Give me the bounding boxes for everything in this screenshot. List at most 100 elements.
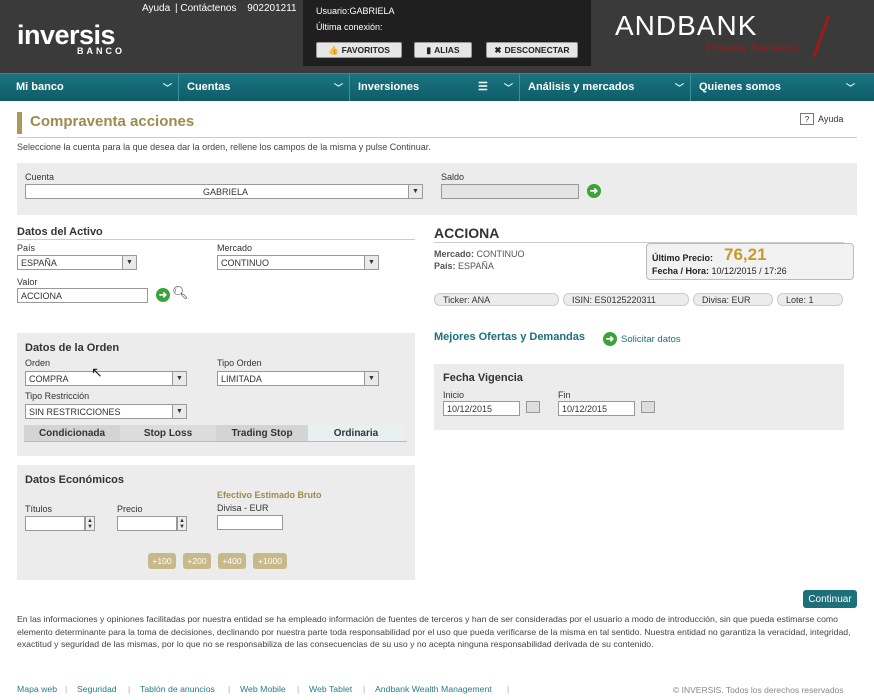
chevron-down-icon: ▼ [172,372,186,385]
footer-link-tablet[interactable]: Web Tablet [309,684,352,694]
titulos-input[interactable] [25,516,85,531]
request-data-link[interactable]: Solicitar datos [621,334,681,345]
chevron-down-icon: ▼ [122,256,136,269]
disconnect-button[interactable]: ✖ DESCONECTAR [486,42,578,58]
chevron-down-icon: ﹀ [845,83,855,93]
footer-link-wealth[interactable]: Andbank Wealth Management [375,684,492,694]
alias-icon: ▮ [426,44,432,55]
footer-link-tablon[interactable]: Tablón de anuncios [140,684,215,694]
close-icon: ✖ [494,44,502,55]
user-name: Usuario:GABRIELA [316,6,395,16]
intro-text: Seleccione la cuenta para la que desea d… [17,142,431,152]
arrow-right-icon[interactable]: ➜ [587,184,601,198]
mercado-label: Mercado [217,243,253,253]
chevron-down-icon: ﹀ [674,83,684,93]
help-button[interactable]: ? Ayuda [800,113,843,125]
user-info: Usuario:GABRIELA Última conexión: [316,3,395,35]
alias-button[interactable]: ▮ ALIAS [414,42,472,58]
calendar-icon[interactable] [641,401,655,413]
restriccion-label: Tipo Restricción [25,391,90,401]
chevron-down-icon: ▼ [364,372,378,385]
add-100-button[interactable]: +100 [148,553,176,569]
asset-heading: Datos del Activo [17,226,103,238]
isin-pill: ISIN: ES0125220311 [563,293,689,306]
chevron-down-icon: ﹀ [503,83,513,93]
cursor-icon: ↖ [91,364,103,380]
tab-trading-stop[interactable]: Trading Stop [216,425,308,441]
top-links: Ayuda | Contáctenos 902201211 [142,3,297,14]
nav-mi-banco[interactable]: Mi banco ﹀ [8,73,179,101]
footer-sep: | [297,684,300,694]
footer-link-mapa[interactable]: Mapa web [17,684,57,694]
copyright: © INVERSIS. Todos los derechos reservado… [673,685,844,695]
chevron-down-icon: ▼ [408,185,422,198]
pais-label: País [17,243,36,253]
fin-label: Fin [558,390,571,400]
saldo-field [441,184,579,199]
price-label: Último Precio: [652,253,714,263]
add-400-button[interactable]: +400 [218,553,246,569]
footer-link-mobile[interactable]: Web Mobile [240,684,286,694]
nav-inversiones[interactable]: Inversiones ☰ ﹀ [350,73,520,101]
validity-heading: Fecha Vigencia [443,372,523,384]
tab-ordinaria[interactable]: Ordinaria [308,425,404,441]
title-accent [17,112,22,134]
tab-condicionada[interactable]: Condicionada [24,425,120,441]
menu-icon: ☰ [478,81,488,93]
cuenta-select[interactable]: GABRIELA ▼ [25,184,423,199]
economic-heading: Datos Económicos [25,474,125,486]
orden-select[interactable]: COMPRA ▼ [25,371,187,386]
nav-quienes-somos[interactable]: Quienes somos ﹀ [691,73,861,101]
tab-stop-loss[interactable]: Stop Loss [120,425,216,441]
footer-sep: | [228,684,231,694]
restriccion-select[interactable]: SIN RESTRICCIONES ▼ [25,404,187,419]
cuenta-label: Cuenta [25,172,55,182]
phone-number: 902201211 [247,3,297,14]
page-title: Compraventa acciones [30,113,195,130]
price-datetime: Fecha / Hora: 10/12/2015 / 17:26 [652,266,787,276]
titulos-stepper[interactable]: ▲ ▼ [85,516,95,531]
chevron-down-icon: ﹀ [333,83,343,93]
arrow-right-icon[interactable]: ➜ [603,332,617,346]
footer-sep: | [128,684,131,694]
andbank-logo: ANDBANK [615,10,758,41]
footer-sep: | [507,684,510,694]
nav-analisis[interactable]: Análisis y mercados ﹀ [520,73,691,101]
mercado-select[interactable]: CONTINUO ▼ [217,255,379,270]
footer-sep: | [65,684,68,694]
valor-input[interactable]: ACCIONA [17,288,148,303]
contact-link[interactable]: Contáctenos [180,3,236,14]
thumb-icon: 👍 [328,44,339,55]
continue-button[interactable]: Continuar [803,590,857,608]
orden-label: Orden [25,358,51,368]
inicio-date-input[interactable]: 10/12/2015 [443,401,520,416]
title-divider [17,137,857,138]
pais-select[interactable]: ESPAÑA ▼ [17,255,137,270]
favoritos-button[interactable]: 👍 FAVORITOS [316,42,402,58]
valor-label: Valor [17,277,38,287]
asset-divider [17,239,415,240]
tipo-orden-select[interactable]: LIMITADA ▼ [217,371,379,386]
footer-link-seguridad[interactable]: Seguridad [77,684,117,694]
precio-stepper[interactable]: ▲ ▼ [177,516,187,531]
arrow-right-icon[interactable]: ➜ [156,288,170,302]
add-1000-button[interactable]: +1000 [253,553,287,569]
tipo-orden-label: Tipo Orden [217,358,262,368]
nav-cuentas[interactable]: Cuentas ﹀ [179,73,350,101]
calendar-icon[interactable] [526,401,540,413]
help-link[interactable]: Ayuda [142,3,170,14]
logo-subtitle: BANCO [77,46,125,56]
divisa-pill: Divisa: EUR [693,293,773,306]
chevron-down-icon: ﹀ [162,83,172,93]
last-connection: Última conexión: [316,22,383,32]
precio-label: Precio [117,504,143,514]
divisa-label: Divisa - EUR [217,503,269,513]
offers-title: Mejores Ofertas y Demandas [434,331,586,343]
order-heading: Datos de la Orden [25,342,120,354]
add-200-button[interactable]: +200 [183,553,211,569]
lote-pill: Lote: 1 [777,293,843,306]
fin-date-input[interactable]: 10/12/2015 [558,401,635,416]
inicio-label: Inicio [443,390,465,400]
search-icon[interactable]: 🔍︎ [172,285,189,301]
precio-input[interactable] [117,516,177,531]
